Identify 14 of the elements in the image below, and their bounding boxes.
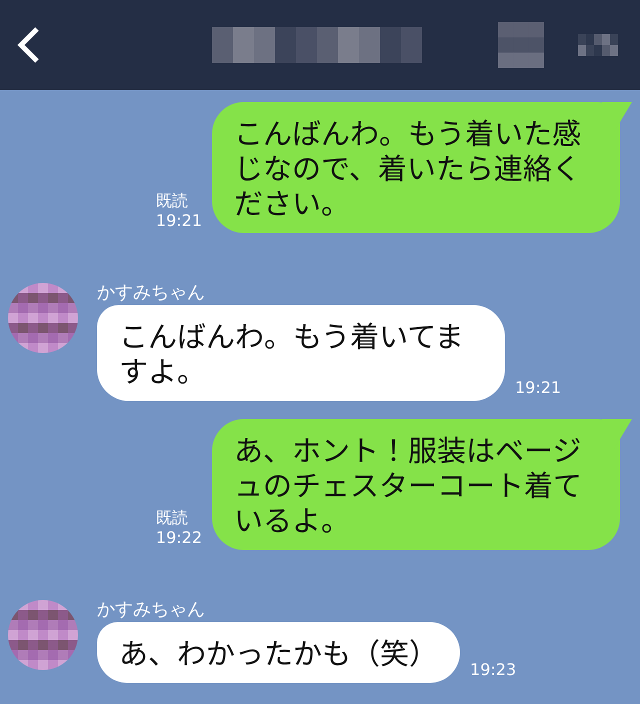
blurred-icon[interactable]: [498, 22, 544, 68]
read-receipt: 既読: [156, 191, 189, 211]
message-bubble: こんばんわ。もう着いてますよ。: [97, 305, 505, 401]
read-receipt: 既読: [156, 508, 189, 528]
message-time: 19:21: [156, 211, 202, 231]
message-bubble: あ、ホント！服装はベージュのチェスターコート着ているよ。: [212, 419, 632, 550]
message-bubble: あ、わかったかも（笑）: [97, 622, 460, 683]
message-time: 19:23: [470, 660, 516, 679]
message-bubble: こんばんわ。もう着いた感じなので、着いたら連絡ください。: [212, 102, 632, 233]
back-icon: [17, 27, 39, 63]
message-time: 19:21: [515, 378, 562, 397]
sender-name: かすみちゃん: [97, 600, 206, 620]
sender-name: かすみちゃん: [97, 283, 206, 303]
message-time: 19:22: [156, 528, 202, 548]
